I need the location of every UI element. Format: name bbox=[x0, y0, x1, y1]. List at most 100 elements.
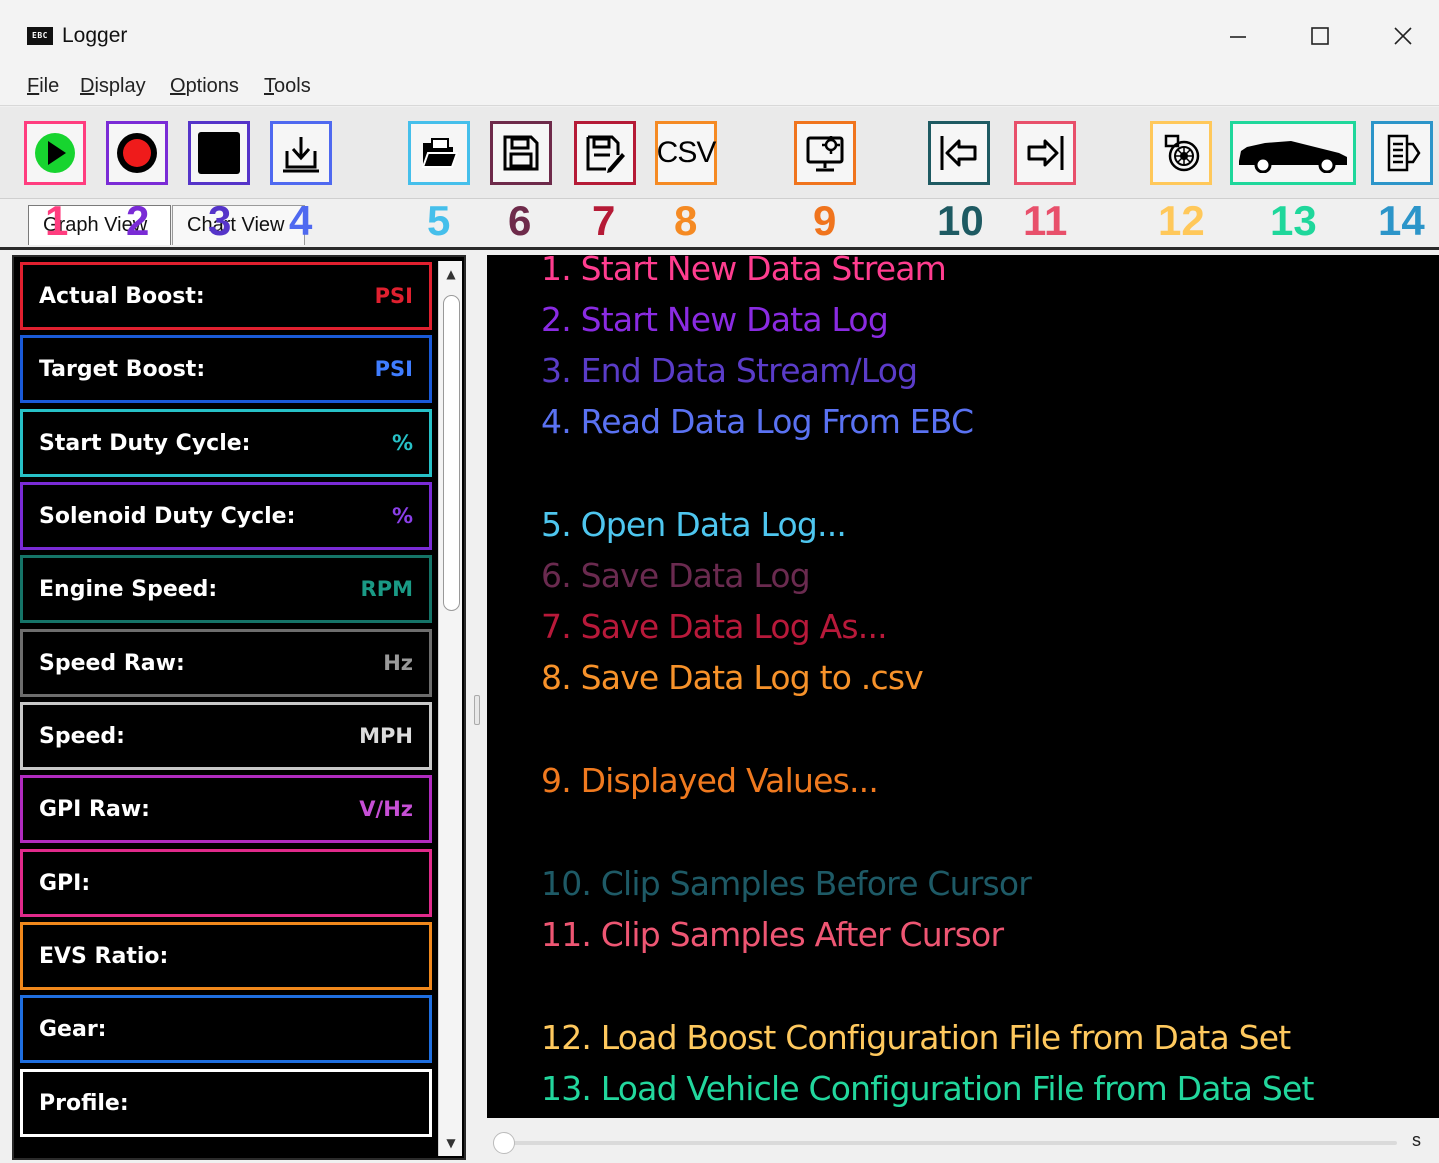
gauge-unit: V/Hz bbox=[359, 797, 413, 821]
legend-item: 13. Load Vehicle Configuration File from… bbox=[541, 1069, 1314, 1108]
legend-item: 1. Start New Data Stream bbox=[541, 255, 947, 288]
gauge-row[interactable]: Gear: bbox=[20, 995, 432, 1063]
save-icon bbox=[503, 135, 539, 171]
clip-before-icon bbox=[940, 136, 977, 170]
legend-item: 8. Save Data Log to .csv bbox=[541, 658, 924, 697]
time-slider-track[interactable] bbox=[497, 1141, 1397, 1145]
gauge-label: Actual Boost: bbox=[39, 283, 205, 309]
open-folder-icon bbox=[421, 138, 459, 168]
legend-item: 12. Load Boost Configuration File from D… bbox=[541, 1018, 1291, 1057]
close-button[interactable] bbox=[1373, 10, 1433, 62]
time-unit-label: s bbox=[1412, 1130, 1421, 1150]
scroll-down-icon[interactable]: ▼ bbox=[443, 1134, 459, 1152]
load-vehicle-config-button[interactable] bbox=[1230, 121, 1356, 185]
scroll-up-icon[interactable]: ▲ bbox=[443, 265, 459, 283]
menu-bar: File Display Options Tools bbox=[0, 68, 1439, 106]
car-icon bbox=[1239, 141, 1347, 173]
gauge-label: Target Boost: bbox=[39, 356, 206, 382]
csv-icon: CSV bbox=[656, 136, 717, 169]
gauge-label: Engine Speed: bbox=[39, 576, 218, 602]
clip-after-cursor-button[interactable] bbox=[1014, 121, 1076, 185]
title-bar: EBC Logger bbox=[0, 0, 1439, 68]
scrollbar-thumb[interactable] bbox=[443, 295, 460, 611]
legend-item: 7. Save Data Log As... bbox=[541, 607, 888, 646]
legend-item: 5. Open Data Log... bbox=[541, 505, 847, 544]
display-settings-icon bbox=[806, 136, 844, 172]
read-data-log-button[interactable] bbox=[270, 121, 332, 185]
save-data-log-button[interactable] bbox=[490, 121, 552, 185]
toolbar: CSV bbox=[0, 107, 1439, 199]
gauge-label: GPI Raw: bbox=[39, 796, 150, 822]
minimize-button[interactable] bbox=[1208, 10, 1268, 62]
end-data-stream-button[interactable] bbox=[188, 121, 250, 185]
maximize-button[interactable] bbox=[1290, 10, 1350, 62]
record-icon bbox=[117, 133, 157, 173]
gauge-row[interactable]: Start Duty Cycle:% bbox=[20, 409, 432, 477]
stop-icon bbox=[198, 132, 240, 174]
time-scroll-bar: s bbox=[487, 1118, 1439, 1163]
minimize-icon bbox=[1230, 36, 1246, 38]
gauge-row[interactable]: Solenoid Duty Cycle:% bbox=[20, 482, 432, 550]
splitter-grip[interactable] bbox=[474, 695, 480, 725]
gauge-row[interactable]: EVS Ratio: bbox=[20, 922, 432, 990]
gauge-row[interactable]: Actual Boost: PSI bbox=[20, 262, 432, 330]
save-data-log-as-button[interactable] bbox=[574, 121, 636, 185]
menu-tools[interactable]: Tools bbox=[264, 75, 311, 98]
maximize-icon bbox=[1311, 27, 1329, 45]
gauge-row[interactable]: Engine Speed: RPM bbox=[20, 555, 432, 623]
gauge-label: Gear: bbox=[39, 1016, 107, 1042]
clip-before-cursor-button[interactable] bbox=[928, 121, 990, 185]
legend-item: 9. Displayed Values... bbox=[541, 761, 879, 800]
gauge-unit: PSI bbox=[374, 284, 413, 308]
time-slider-knob[interactable] bbox=[493, 1132, 515, 1154]
legend-item: 2. Start New Data Log bbox=[541, 300, 889, 339]
start-data-log-button[interactable] bbox=[106, 121, 168, 185]
gauge-label: Start Duty Cycle: bbox=[39, 430, 251, 456]
save-as-icon bbox=[586, 135, 625, 173]
view-tabs: Graph View Chart View bbox=[0, 200, 1439, 250]
gauge-label: Speed: bbox=[39, 723, 125, 749]
legend-item: 3. End Data Stream/Log bbox=[541, 351, 918, 390]
gauge-row[interactable]: GPI: bbox=[20, 849, 432, 917]
turbo-icon bbox=[1164, 134, 1200, 172]
gauge-row[interactable]: Speed Raw: Hz bbox=[20, 629, 432, 697]
gauge-unit: Hz bbox=[383, 651, 413, 675]
tab-chart-view[interactable]: Chart View bbox=[172, 205, 305, 245]
close-icon bbox=[1394, 27, 1412, 45]
gauge-label: Profile: bbox=[39, 1090, 129, 1116]
gauge-unit: RPM bbox=[360, 577, 413, 601]
gauge-row[interactable]: GPI Raw: V/Hz bbox=[20, 775, 432, 843]
menu-display[interactable]: Display bbox=[80, 75, 146, 98]
download-device-icon bbox=[283, 137, 319, 173]
gauge-label: Solenoid Duty Cycle: bbox=[39, 503, 296, 529]
gauge-unit: % bbox=[391, 504, 413, 528]
menu-file[interactable]: File bbox=[27, 75, 59, 98]
load-boost-config-button[interactable] bbox=[1150, 121, 1212, 185]
panel-splitter[interactable] bbox=[468, 255, 486, 1160]
gauge-label: Speed Raw: bbox=[39, 650, 185, 676]
gauge-list-panel: Actual Boost: PSI Target Boost: PSI Start Du… bbox=[12, 255, 466, 1160]
legend-item: 4. Read Data Log From EBC bbox=[541, 402, 974, 441]
gauge-row[interactable]: Profile: bbox=[20, 1069, 432, 1137]
tab-graph-view[interactable]: Graph View bbox=[28, 205, 171, 245]
gauge-unit: PSI bbox=[374, 357, 413, 381]
gauge-unit: MPH bbox=[359, 724, 413, 748]
gauge-list-scrollbar[interactable]: ▲ ▼ bbox=[438, 261, 462, 1156]
open-data-log-button[interactable] bbox=[408, 121, 470, 185]
start-data-stream-button[interactable] bbox=[24, 121, 86, 185]
gauge-row[interactable]: Speed: MPH bbox=[20, 702, 432, 770]
save-csv-button[interactable]: CSV bbox=[655, 121, 717, 185]
legend-item: 10. Clip Samples Before Cursor bbox=[541, 864, 1032, 903]
gauge-row[interactable]: Target Boost: PSI bbox=[20, 335, 432, 403]
displayed-values-button[interactable] bbox=[794, 121, 856, 185]
load-output-config-button[interactable] bbox=[1371, 121, 1433, 185]
graph-area[interactable]: 1. Start New Data Stream 2. Start New Dat… bbox=[487, 255, 1439, 1163]
gauge-label: GPI: bbox=[39, 870, 91, 896]
gauge-unit: % bbox=[391, 431, 413, 455]
app-logo-icon: EBC bbox=[27, 27, 53, 45]
menu-options[interactable]: Options bbox=[170, 75, 239, 98]
legend-item: 11. Clip Samples After Cursor bbox=[541, 915, 1004, 954]
window-title: Logger bbox=[62, 24, 128, 47]
output-config-icon bbox=[1387, 134, 1421, 172]
gauge-label: EVS Ratio: bbox=[39, 943, 169, 969]
